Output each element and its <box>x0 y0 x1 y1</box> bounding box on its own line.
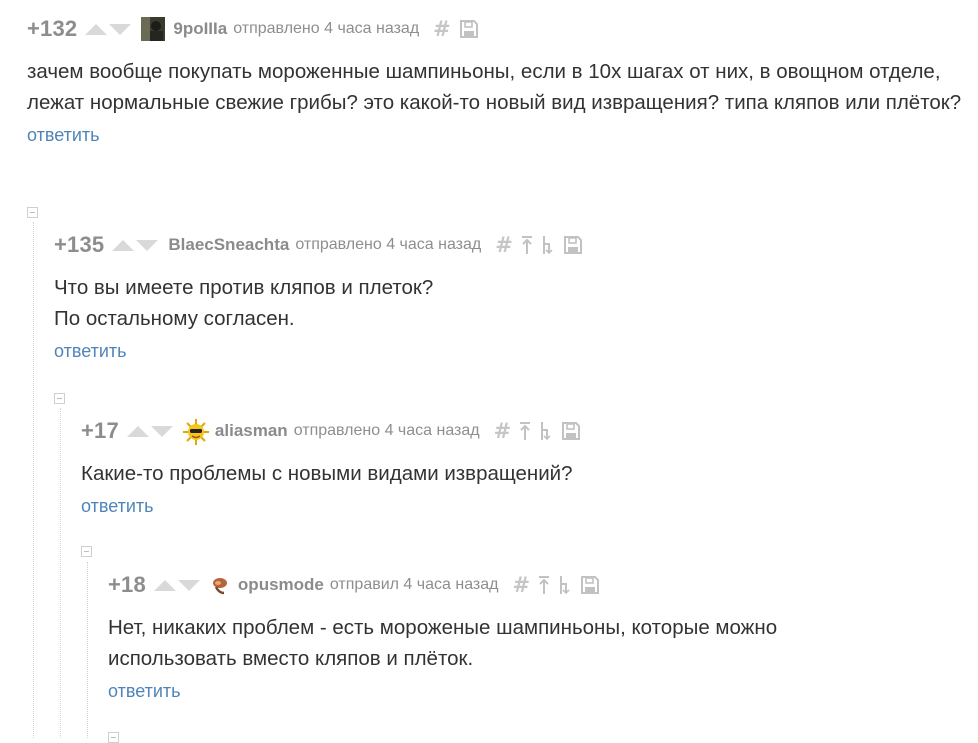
collapse-icon[interactable] <box>81 546 92 557</box>
comment-rating: +132 <box>27 16 78 41</box>
save-icon[interactable] <box>563 235 583 255</box>
vote-up-icon[interactable] <box>153 579 176 591</box>
branch-icon[interactable] <box>541 235 555 255</box>
thread-line <box>87 562 88 738</box>
vote-controls <box>153 579 200 591</box>
parent-arrow-icon[interactable] <box>538 575 550 595</box>
comment-header: +17 aliasman отправлено 4 часа назад # <box>81 417 951 445</box>
comment-rating: +18 <box>108 572 146 597</box>
comment-tools: # <box>433 17 479 41</box>
collapse-icon[interactable] <box>54 393 65 404</box>
comment-timestamp[interactable]: отправлено 4 часа назад <box>233 20 419 38</box>
vote-down-icon[interactable] <box>150 425 173 437</box>
save-icon[interactable] <box>580 575 600 595</box>
vote-down-icon[interactable] <box>109 23 132 35</box>
hash-icon[interactable]: # <box>512 573 530 597</box>
comment-text: зачем вообще покупать мороженные шампинь… <box>27 60 962 114</box>
comment-header: +18 opusmode отправил 4 часа назад # <box>108 571 958 599</box>
comment-author[interactable]: 9poIIIa <box>173 19 227 39</box>
comment: +135 BlaecSneachta отправлено 4 часа наз… <box>54 231 954 362</box>
comment-tools: # <box>512 573 600 597</box>
hash-icon[interactable]: # <box>495 233 513 257</box>
collapse-icon[interactable] <box>27 207 38 218</box>
comment-author[interactable]: BlaecSneachta <box>168 235 289 255</box>
comment-tools: # <box>495 233 583 257</box>
hash-icon[interactable]: # <box>494 419 512 443</box>
comment: +132 9poIIIa отправлено 4 часа назад # з… <box>27 15 962 146</box>
comment-rating: +17 <box>81 418 119 443</box>
comment-text: Нет, никаких проблем - есть мороженые ша… <box>108 616 778 670</box>
comment-timestamp[interactable]: отправлено 4 часа назад <box>294 422 480 440</box>
parent-arrow-icon[interactable] <box>519 421 531 441</box>
avatar[interactable] <box>210 575 230 595</box>
comment-header: +135 BlaecSneachta отправлено 4 часа наз… <box>54 231 954 259</box>
comment-text: Какие-то проблемы с новыми видами извращ… <box>81 462 573 485</box>
vote-down-icon[interactable] <box>177 579 200 591</box>
avatar[interactable] <box>141 17 166 41</box>
reply-link[interactable]: ответить <box>81 496 951 517</box>
vote-controls <box>112 239 159 251</box>
comment: +18 opusmode отправил 4 часа назад # Нет… <box>108 571 958 702</box>
vote-down-icon[interactable] <box>136 239 159 251</box>
thread-line <box>33 222 34 738</box>
vote-up-icon[interactable] <box>85 23 108 35</box>
thread-line <box>60 408 61 738</box>
comment-timestamp[interactable]: отправил 4 часа назад <box>330 576 499 594</box>
vote-up-icon[interactable] <box>126 425 149 437</box>
vote-controls <box>126 425 173 437</box>
reply-link[interactable]: ответить <box>108 681 958 702</box>
comment-rating: +135 <box>54 232 105 257</box>
comment-author[interactable]: opusmode <box>238 575 324 595</box>
comment-author[interactable]: aliasman <box>215 421 288 441</box>
comment-tools: # <box>494 419 582 443</box>
vote-controls <box>85 23 132 35</box>
parent-arrow-icon[interactable] <box>521 235 533 255</box>
branch-icon[interactable] <box>558 575 572 595</box>
hash-icon[interactable]: # <box>433 17 451 41</box>
save-icon[interactable] <box>561 421 581 441</box>
comment: +17 aliasman отправлено 4 часа назад # К… <box>81 417 951 517</box>
comment-header: +132 9poIIIa отправлено 4 часа назад # <box>27 15 962 43</box>
avatar[interactable] <box>182 419 209 445</box>
vote-up-icon[interactable] <box>112 239 135 251</box>
branch-icon[interactable] <box>539 421 553 441</box>
comment-timestamp[interactable]: отправлено 4 часа назад <box>295 236 481 254</box>
comment-text: Что вы имеете против кляпов и плеток? По… <box>54 276 434 330</box>
reply-link[interactable]: ответить <box>27 125 962 146</box>
reply-link[interactable]: ответить <box>54 341 954 362</box>
save-icon[interactable] <box>459 19 479 39</box>
